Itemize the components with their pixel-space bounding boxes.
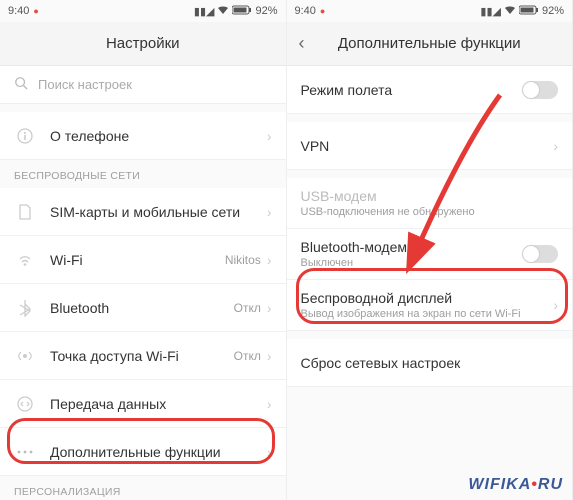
row-label: VPN bbox=[301, 138, 554, 154]
battery-icon bbox=[232, 5, 252, 18]
toggle-btmodem[interactable] bbox=[522, 245, 558, 263]
screen-settings: 9:40 ● ▮▮◢ 92% Настройки Поиск настроек bbox=[0, 0, 287, 500]
chevron-right-icon: › bbox=[267, 444, 272, 460]
chevron-right-icon: › bbox=[267, 348, 272, 364]
wifi-icon bbox=[504, 5, 516, 18]
row-label: Bluetooth-модем bbox=[301, 239, 523, 255]
row-sim[interactable]: SIM-карты и мобильные сети › bbox=[0, 188, 286, 236]
row-label: Дополнительные функции bbox=[50, 444, 267, 460]
row-label: О телефоне bbox=[50, 128, 267, 144]
battery-pct: 92% bbox=[255, 5, 277, 17]
status-bar: 9:40 ● ▮▮◢ 92% bbox=[0, 0, 286, 22]
toggle-airplane[interactable] bbox=[522, 81, 558, 99]
row-label: Режим полета bbox=[301, 82, 523, 98]
header: Настройки bbox=[0, 22, 286, 66]
wifi-icon bbox=[14, 253, 36, 267]
row-hotspot[interactable]: Точка доступа Wi-Fi Откл › bbox=[0, 332, 286, 380]
chevron-right-icon: › bbox=[267, 300, 272, 316]
status-bar: 9:40 ● ▮▮◢ 92% bbox=[287, 0, 573, 22]
record-icon: ● bbox=[320, 6, 325, 16]
row-bluetooth[interactable]: Bluetooth Откл › bbox=[0, 284, 286, 332]
chevron-right-icon: › bbox=[267, 396, 272, 412]
row-value: Откл bbox=[234, 301, 261, 315]
header: ‹ Дополнительные функции bbox=[287, 22, 573, 66]
row-about-phone[interactable]: О телефоне › bbox=[0, 112, 286, 160]
row-label: Точка доступа Wi-Fi bbox=[50, 348, 234, 364]
more-icon bbox=[14, 449, 36, 455]
row-sublabel: Вывод изображения на экран по сети Wi-Fi bbox=[301, 308, 554, 320]
chevron-right-icon: › bbox=[267, 204, 272, 220]
row-label: SIM-карты и мобильные сети bbox=[50, 204, 267, 220]
row-label: Wi-Fi bbox=[50, 252, 225, 268]
battery-pct: 92% bbox=[542, 5, 564, 17]
signal-icon: ▮▮◢ bbox=[480, 5, 501, 18]
row-label: Передача данных bbox=[50, 396, 267, 412]
section-wireless: БЕСПРОВОДНЫЕ СЕТИ bbox=[0, 160, 286, 188]
signal-icon: ▮▮◢ bbox=[194, 5, 215, 18]
page-title: Настройки bbox=[106, 35, 180, 52]
search-input[interactable]: Поиск настроек bbox=[0, 66, 286, 104]
data-icon bbox=[14, 395, 36, 413]
row-usb-modem: USB-модем USB-подключения не обнаружено bbox=[287, 178, 573, 229]
row-label: Сброс сетевых настроек bbox=[301, 355, 559, 371]
row-airplane[interactable]: Режим полета bbox=[287, 66, 573, 114]
row-more-settings[interactable]: Дополнительные функции › bbox=[0, 428, 286, 476]
info-icon bbox=[14, 127, 36, 145]
chevron-right-icon: › bbox=[267, 128, 272, 144]
row-vpn[interactable]: VPN › bbox=[287, 122, 573, 170]
chevron-right-icon: › bbox=[553, 138, 558, 154]
chevron-right-icon: › bbox=[553, 297, 558, 313]
record-icon: ● bbox=[33, 6, 38, 16]
search-icon bbox=[14, 76, 28, 93]
bluetooth-icon bbox=[14, 299, 36, 317]
row-wifi[interactable]: Wi-Fi Nikitos › bbox=[0, 236, 286, 284]
row-label: Bluetooth bbox=[50, 300, 234, 316]
row-label: Беспроводной дисплей bbox=[301, 290, 554, 306]
search-placeholder: Поиск настроек bbox=[38, 77, 132, 92]
status-time: 9:40 bbox=[295, 5, 316, 17]
watermark: WIFIKA•RU bbox=[468, 476, 563, 494]
status-time: 9:40 bbox=[8, 5, 29, 17]
page-title: Дополнительные функции bbox=[338, 35, 521, 52]
hotspot-icon bbox=[14, 347, 36, 365]
row-reset-network[interactable]: Сброс сетевых настроек bbox=[287, 339, 573, 387]
chevron-right-icon: › bbox=[267, 252, 272, 268]
row-data-usage[interactable]: Передача данных › bbox=[0, 380, 286, 428]
row-bt-modem[interactable]: Bluetooth-модем Выключен bbox=[287, 229, 573, 280]
row-value: Откл bbox=[234, 349, 261, 363]
row-sublabel: Выключен bbox=[301, 257, 523, 269]
wifi-icon bbox=[217, 5, 229, 18]
back-icon[interactable]: ‹ bbox=[299, 33, 305, 54]
sim-icon bbox=[14, 203, 36, 221]
row-wireless-display[interactable]: Беспроводной дисплей Вывод изображения н… bbox=[287, 280, 573, 331]
row-sublabel: USB-подключения не обнаружено bbox=[301, 206, 559, 218]
section-personal: ПЕРСОНАЛИЗАЦИЯ bbox=[0, 476, 286, 500]
battery-icon bbox=[519, 5, 539, 18]
row-value: Nikitos bbox=[225, 253, 261, 267]
screen-more-functions: 9:40 ● ▮▮◢ 92% ‹ Дополнительные функции … bbox=[287, 0, 573, 500]
row-label: USB-модем bbox=[301, 188, 559, 204]
